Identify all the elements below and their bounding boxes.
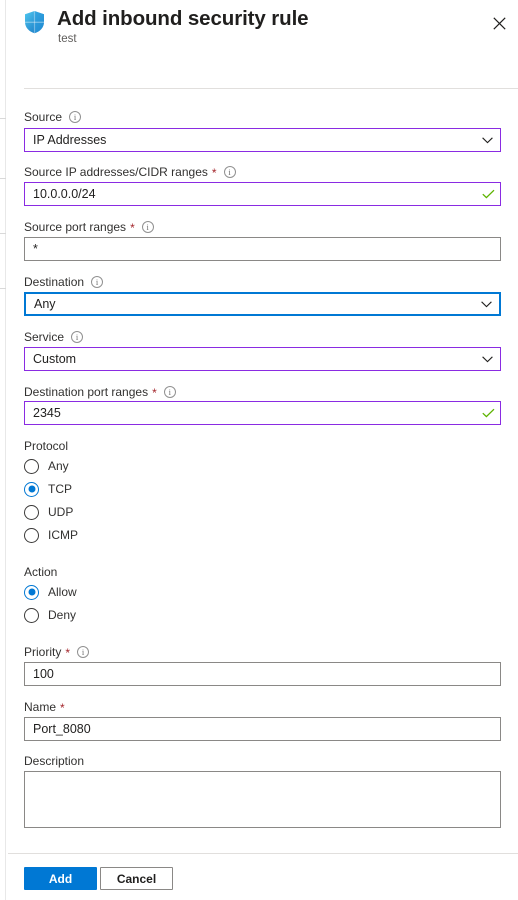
page-subtitle: test	[58, 33, 77, 45]
description-textarea[interactable]	[24, 771, 501, 828]
required-indicator: *	[130, 221, 135, 235]
name-value: Port_8080	[33, 722, 91, 736]
header-divider	[24, 88, 518, 89]
service-value: Custom	[33, 352, 77, 366]
info-icon[interactable]: i	[71, 331, 84, 343]
radio-protocol-tcp[interactable]: TCP	[24, 479, 72, 499]
source-ip-label: Source IP addresses/CIDR ranges * i	[24, 165, 236, 179]
required-indicator: *	[152, 386, 157, 400]
destination-value: Any	[34, 297, 56, 311]
action-label: Action	[24, 565, 58, 579]
panel-footer: Add Cancel	[0, 853, 518, 900]
destination-dropdown[interactable]: Any	[24, 292, 501, 316]
radio-protocol-udp[interactable]: UDP	[24, 502, 73, 522]
name-input[interactable]: Port_8080	[24, 717, 501, 741]
radio-circle-selected	[24, 584, 39, 600]
destination-label: Destination i	[24, 275, 104, 289]
service-dropdown[interactable]: Custom	[24, 347, 501, 371]
radio-protocol-icmp[interactable]: ICMP	[24, 525, 78, 545]
destination-port-label: Destination port ranges * i	[24, 385, 176, 399]
info-icon[interactable]: i	[91, 276, 104, 288]
source-dropdown[interactable]: IP Addresses	[24, 128, 501, 152]
shield-icon	[24, 10, 45, 34]
info-icon[interactable]: i	[163, 386, 176, 398]
radio-circle	[24, 504, 39, 520]
valid-check-icon	[476, 408, 500, 418]
radio-protocol-any[interactable]: Any	[24, 456, 69, 476]
valid-check-icon	[476, 189, 500, 199]
priority-input[interactable]: 100	[24, 662, 501, 686]
required-indicator: *	[60, 701, 65, 715]
radio-action-deny[interactable]: Deny	[24, 605, 76, 625]
source-port-input[interactable]: *	[24, 237, 501, 261]
priority-value: 100	[33, 667, 54, 681]
info-icon[interactable]: i	[141, 221, 154, 233]
source-ip-input[interactable]: 10.0.0.0/24	[24, 182, 501, 206]
radio-circle	[24, 458, 39, 474]
chevron-down-icon	[473, 300, 499, 308]
name-label: Name *	[24, 700, 65, 715]
radio-circle	[24, 527, 39, 543]
radio-circle-selected	[24, 481, 39, 497]
priority-label: Priority * i	[24, 645, 90, 660]
source-port-value: *	[33, 242, 38, 256]
required-indicator: *	[211, 166, 217, 180]
add-inbound-security-rule-panel: Add inbound security rule test Source i …	[0, 0, 518, 900]
source-ip-value: 10.0.0.0/24	[33, 187, 96, 201]
chevron-down-icon	[474, 355, 500, 363]
destination-port-value: 2345	[33, 406, 61, 420]
add-button[interactable]: Add	[24, 867, 97, 890]
info-icon[interactable]: i	[69, 111, 82, 123]
source-value: IP Addresses	[33, 133, 107, 147]
info-icon[interactable]: i	[77, 646, 90, 658]
info-icon[interactable]: i	[223, 166, 236, 178]
chevron-down-icon	[474, 136, 500, 144]
protocol-label: Protocol	[24, 439, 69, 453]
radio-action-allow[interactable]: Allow	[24, 582, 77, 602]
cancel-button[interactable]: Cancel	[100, 867, 173, 890]
panel-header: Add inbound security rule test	[0, 0, 518, 89]
radio-circle	[24, 607, 39, 623]
close-icon[interactable]	[486, 10, 512, 36]
description-label: Description	[24, 754, 85, 768]
service-label: Service i	[24, 330, 84, 344]
required-indicator: *	[65, 646, 71, 660]
page-title: Add inbound security rule	[57, 7, 309, 30]
destination-port-input[interactable]: 2345	[24, 401, 501, 425]
source-port-label: Source port ranges * i	[24, 220, 154, 234]
background-panel-edge	[0, 0, 6, 900]
source-label: Source i	[24, 110, 82, 124]
